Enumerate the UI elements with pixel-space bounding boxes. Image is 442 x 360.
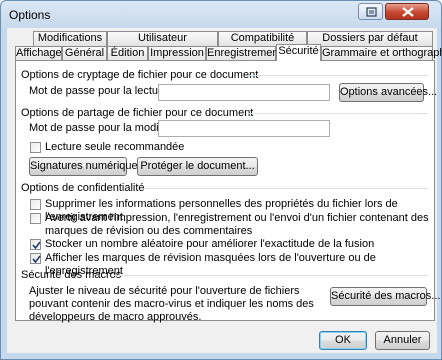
modify-password-input[interactable] [158,120,330,137]
read-password-input[interactable] [158,84,330,101]
macro-section-title: Sécurité des macros [21,269,122,281]
tab-securite[interactable]: Sécurité [276,44,321,61]
close-button[interactable] [385,3,429,20]
warn-before-print-label: Avertir avant l'impression, l'enregistre… [45,212,429,237]
tab-grammaire-et-orthographe[interactable]: Grammaire et orthographe [321,46,442,61]
readonly-recommended-label: Lecture seule recommandée [45,141,185,153]
readonly-recommended-checkbox[interactable] [30,142,41,153]
window-title: Options [9,8,51,22]
protect-document-button[interactable]: Protéger le document... [137,157,258,176]
tab-impression[interactable]: Impression [148,46,206,61]
macro-divider [114,275,428,276]
digital-signatures-button[interactable]: Signatures numériques... [29,157,152,176]
show-hidden-markup-checkbox[interactable] [30,253,41,264]
ok-button[interactable]: OK [319,331,367,350]
read-password-label: Mot de passe pour la lecture : [29,85,174,97]
macro-security-button[interactable]: Sécurité des macros... [330,287,440,306]
tab-affichage[interactable]: Affichage [15,46,62,61]
options-dialog: Options Modifications Utilisateur Compat… [0,0,442,360]
sharing-divider [248,113,428,114]
privacy-section-title: Options de confidentialité [21,182,145,194]
dialog-body: Modifications Utilisateur Compatibilité … [7,28,442,353]
tab-enregistrement[interactable]: Enregistrement [206,46,282,61]
close-icon [402,7,414,17]
checkmark-icon [32,255,41,264]
store-random-number-checkbox[interactable] [30,239,41,250]
sharing-section-title: Options de partage de fichier pour ce do… [21,107,254,119]
encryption-section-title: Options de cryptage de fichier pour ce d… [21,69,259,81]
encryption-divider [248,75,428,76]
cancel-button[interactable]: Annuler [375,331,430,350]
warn-before-print-checkbox[interactable] [30,213,41,224]
remove-personal-info-checkbox[interactable] [30,199,41,210]
help-button[interactable] [358,3,383,20]
tab-edition[interactable]: Édition [107,46,148,61]
title-bar: Options [1,1,441,27]
checkmark-icon [32,241,41,250]
tab-dossiers-par-defaut[interactable]: Dossiers par défaut [307,31,433,46]
tab-utilisateur[interactable]: Utilisateur [107,31,218,46]
advanced-options-button[interactable]: Options avancées... [339,83,437,102]
macro-description: Ajuster le niveau de sécurité pour l'ouv… [29,285,314,323]
privacy-divider [144,188,428,189]
tab-general[interactable]: Général [62,46,107,61]
security-panel: Options de cryptage de fichier pour ce d… [15,60,440,323]
store-random-number-label: Stocker un nombre aléatoire pour amélior… [45,238,375,250]
tab-modifications[interactable]: Modifications [33,31,107,46]
help-icon [366,7,377,17]
